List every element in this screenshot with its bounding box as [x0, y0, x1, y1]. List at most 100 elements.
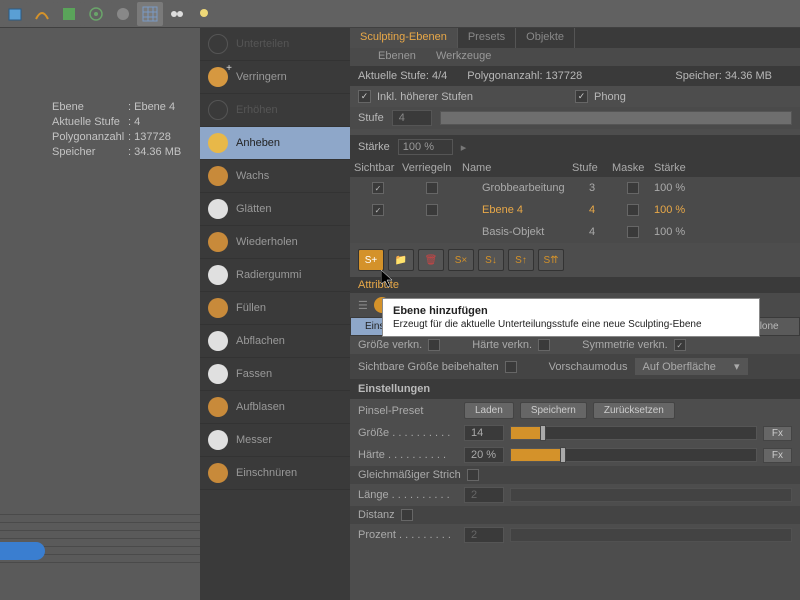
stufe-label: Stufe [358, 112, 384, 124]
layer-btn4[interactable]: S× [448, 249, 474, 271]
layer-row-grobbearbeitung[interactable]: ✓ Grobbearbeitung 3 100 % [350, 177, 800, 199]
prozent-input[interactable]: 2 [464, 527, 504, 543]
inflate-icon [208, 397, 228, 417]
layer-vis-checkbox[interactable]: ✓ [372, 182, 384, 194]
tool-wiederholen[interactable]: Wiederholen [200, 226, 350, 259]
layer-mask-checkbox[interactable] [627, 182, 639, 194]
laden-button[interactable]: Laden [464, 402, 514, 419]
speichern-button[interactable]: Speichern [520, 402, 587, 419]
layer-btn5[interactable]: S↓ [478, 249, 504, 271]
fill-icon [208, 298, 228, 318]
layer-vis-checkbox[interactable]: ✓ [372, 204, 384, 216]
grosse-fx-button[interactable]: Fx [763, 426, 792, 441]
tooltip: Ebene hinzufügen Erzeugt für die aktuell… [382, 298, 760, 337]
stufe-progress[interactable] [440, 111, 792, 125]
panel-tabs: Sculpting-Ebenen Presets Objekte [350, 28, 800, 48]
tool-anheben[interactable]: Anheben [200, 127, 350, 160]
tool-verringern[interactable]: Verringern [200, 61, 350, 94]
tooltip-desc: Erzeugt für die aktuelle Unterteilungsst… [393, 319, 749, 330]
delete-button[interactable]: 🗑 [418, 249, 444, 271]
grosse-verkn-checkbox[interactable] [428, 339, 440, 351]
inkl-checkbox[interactable]: ✓ [358, 90, 371, 103]
layer-btn7[interactable]: S⇈ [538, 249, 564, 271]
starke-label: Stärke [358, 141, 390, 153]
knife-icon [208, 430, 228, 450]
gleich-checkbox[interactable] [467, 469, 479, 481]
eyes-tool-icon[interactable] [164, 2, 190, 26]
grab-icon [208, 364, 228, 384]
harte-slider[interactable] [510, 448, 757, 462]
tool-abflachen[interactable]: Abflachen [200, 325, 350, 358]
starke-input[interactable]: 100 % [398, 139, 453, 155]
harte-fx-button[interactable]: Fx [763, 448, 792, 463]
distanz-checkbox[interactable] [401, 509, 413, 521]
pinch-icon [208, 463, 228, 483]
tab-objekte[interactable]: Objekte [516, 28, 575, 48]
grosse-input[interactable]: 14 [464, 425, 504, 441]
folder-button[interactable]: 📁 [388, 249, 414, 271]
top-toolbar [0, 0, 800, 28]
layer-header: Sichtbar Verriegeln Name Stufe Maske Stä… [350, 159, 800, 177]
green-tool-icon[interactable] [56, 2, 82, 26]
vorschau-combo[interactable]: Auf Oberfläche▾ [634, 357, 749, 376]
status-row: Aktuelle Stufe: 4/4 Polygonanzahl: 13772… [350, 66, 800, 86]
tool-unterteilen[interactable]: Unterteilen [200, 28, 350, 61]
eraser-icon [208, 265, 228, 285]
tool-wachs[interactable]: Wachs [200, 160, 350, 193]
tool-fullen[interactable]: Füllen [200, 292, 350, 325]
tool-radiergummi[interactable]: Radiergummi [200, 259, 350, 292]
status-poly: Polygonanzahl: 137728 [467, 70, 582, 82]
sphere-tool-icon[interactable] [110, 2, 136, 26]
sculpt-tool-list: Unterteilen Verringern Erhöhen Anheben W… [200, 28, 350, 600]
subtab-werkzeuge[interactable]: Werkzeuge [426, 48, 501, 66]
viewport-info: Ebene: Ebene 4 Aktuelle Stufe: 4 Polygon… [52, 100, 181, 160]
viewport-mesh[interactable] [0, 542, 45, 560]
tab-sculpting-ebenen[interactable]: Sculpting-Ebenen [350, 28, 458, 48]
subdivide-minus-icon [208, 67, 228, 87]
sym-verkn-checkbox[interactable]: ✓ [674, 339, 686, 351]
layer-lock-checkbox[interactable] [426, 204, 438, 216]
phong-checkbox[interactable]: ✓ [575, 90, 588, 103]
add-layer-button[interactable]: S+ [358, 249, 384, 271]
attribute-header: Attribute [350, 277, 800, 293]
status-speicher: Speicher: 34.36 MB [675, 70, 772, 82]
path-tool-icon[interactable] [29, 2, 55, 26]
tool-glatten[interactable]: Glätten [200, 193, 350, 226]
wax-icon [208, 166, 228, 186]
tooltip-title: Ebene hinzufügen [393, 305, 749, 317]
viewport[interactable]: Ebene: Ebene 4 Aktuelle Stufe: 4 Polygon… [0, 28, 200, 600]
tool-einschnuren[interactable]: Einschnüren [200, 457, 350, 490]
stufe-input[interactable]: 4 [392, 110, 432, 126]
layer-lock-checkbox[interactable] [426, 182, 438, 194]
lange-slider [510, 488, 792, 502]
tool-erhohen[interactable]: Erhöhen [200, 94, 350, 127]
layer-row-basis[interactable]: Basis-Objekt 4 100 % [350, 221, 800, 243]
layer-mask-checkbox[interactable] [627, 204, 639, 216]
harte-input[interactable]: 20 % [464, 447, 504, 463]
grid-tool-icon[interactable] [137, 2, 163, 26]
lange-input[interactable]: 2 [464, 487, 504, 503]
layer-btn6[interactable]: S↑ [508, 249, 534, 271]
sichtbare-checkbox[interactable] [505, 361, 517, 373]
layer-row-ebene4[interactable]: ✓ Ebene 4 4 100 % [350, 199, 800, 221]
tool-fassen[interactable]: Fassen [200, 358, 350, 391]
pull-icon [208, 133, 228, 153]
tool-messer[interactable]: Messer [200, 424, 350, 457]
grosse-slider[interactable] [510, 426, 757, 440]
atom-tool-icon[interactable] [83, 2, 109, 26]
sub-tabs: Ebenen Werkzeuge [350, 48, 800, 66]
light-tool-icon[interactable] [191, 2, 217, 26]
prozent-slider [510, 528, 792, 542]
einstellungen-section: Einstellungen [350, 379, 800, 399]
tool-aufblasen[interactable]: Aufblasen [200, 391, 350, 424]
harte-verkn-checkbox[interactable] [538, 339, 550, 351]
flatten-icon [208, 331, 228, 351]
cube-tool-icon[interactable] [2, 2, 28, 26]
layer-mask-checkbox[interactable] [627, 226, 639, 238]
layer-button-row: S+ 📁 🗑 S× S↓ S↑ S⇈ [350, 243, 800, 277]
inkl-label: Inkl. höherer Stufen [377, 91, 473, 103]
repeat-icon [208, 232, 228, 252]
tab-presets[interactable]: Presets [458, 28, 516, 48]
subtab-ebenen[interactable]: Ebenen [368, 48, 426, 66]
reset-button[interactable]: Zurücksetzen [593, 402, 675, 419]
